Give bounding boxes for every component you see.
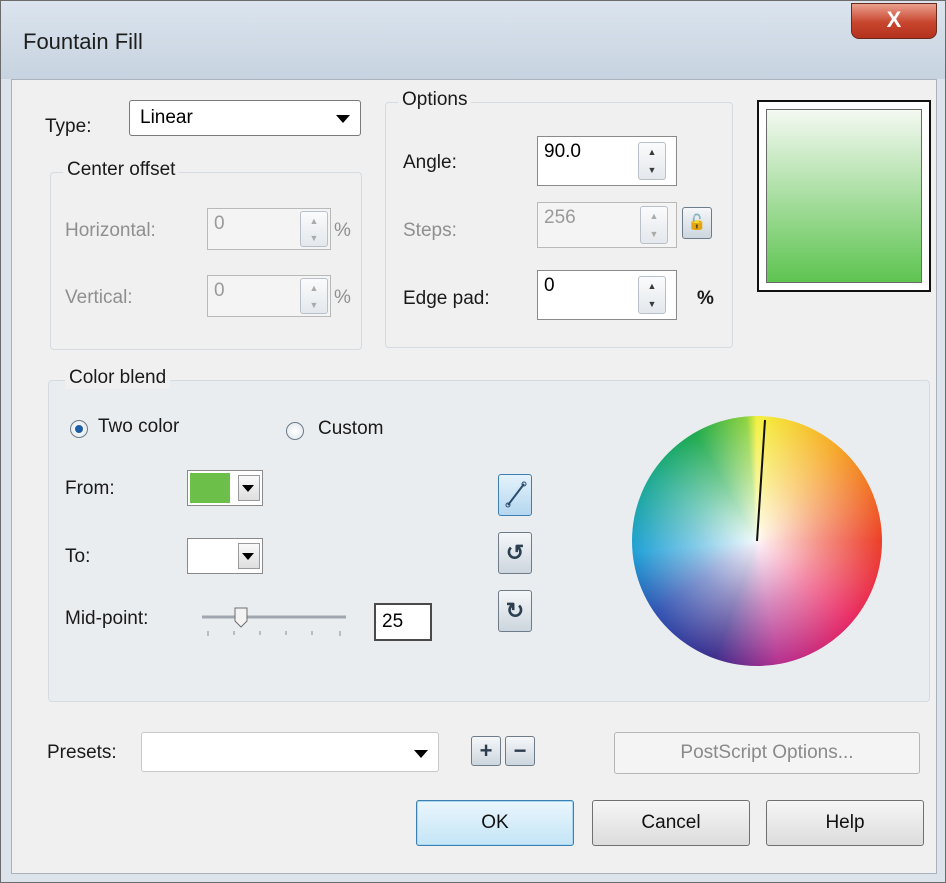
horizontal-unit: % <box>334 220 351 241</box>
spin-up-icon: ▲ <box>309 216 319 226</box>
dialog-title: Fountain Fill <box>23 29 143 54</box>
to-label: To: <box>65 546 91 567</box>
vertical-unit: % <box>334 287 351 308</box>
two-color-radio[interactable] <box>70 420 88 438</box>
direct-blend-button[interactable] <box>498 474 532 516</box>
blend-direction-line <box>756 419 766 542</box>
counterclockwise-icon: ↺ <box>505 540 525 565</box>
fill-preview-frame <box>757 100 931 292</box>
edge-pad-unit: % <box>697 288 714 309</box>
edge-pad-value: 0 <box>544 275 555 296</box>
midpoint-label: Mid-point: <box>65 608 149 629</box>
fill-preview <box>766 109 922 283</box>
spin-up-icon: ▲ <box>309 283 319 293</box>
spin-up-icon[interactable]: ▲ <box>639 143 665 161</box>
vertical-spinner: ▲ ▼ <box>300 278 328 314</box>
midpoint-slider-thumb[interactable] <box>234 607 248 628</box>
edge-pad-label: Edge pad: <box>403 288 490 309</box>
dialog-window: Fountain Fill X Type: Linear Center offs… <box>0 0 946 883</box>
center-offset-group: Center offset <box>50 159 362 350</box>
color-blend-legend: Color blend <box>65 367 171 389</box>
spin-down-icon: ▼ <box>649 229 659 239</box>
type-label: Type: <box>45 116 92 137</box>
spin-down-icon: ▼ <box>309 300 319 310</box>
type-dropdown[interactable]: Linear <box>129 100 361 136</box>
angle-label: Angle: <box>403 152 457 173</box>
lock-icon: 🔓 <box>687 214 707 231</box>
from-color-dropdown[interactable] <box>238 475 260 501</box>
midpoint-value: 25 <box>382 611 404 632</box>
spin-down-icon[interactable]: ▼ <box>639 161 665 179</box>
angle-spinner[interactable]: ▲ ▼ <box>638 142 666 180</box>
horizontal-spinner: ▲ ▼ <box>300 211 328 247</box>
color-wheel[interactable] <box>632 416 882 666</box>
steps-value: 256 <box>544 207 576 228</box>
help-button[interactable]: Help <box>766 800 924 846</box>
chevron-down-icon <box>336 115 350 123</box>
to-color-swatch <box>190 541 230 571</box>
close-button[interactable]: X <box>851 3 937 39</box>
clockwise-blend-button[interactable]: ↻ <box>498 590 532 632</box>
center-offset-legend: Center offset <box>63 159 180 181</box>
postscript-options-button[interactable]: PostScript Options... <box>614 732 920 774</box>
angle-value: 90.0 <box>544 141 581 162</box>
custom-radio[interactable] <box>286 422 304 440</box>
presets-dropdown[interactable] <box>141 732 439 772</box>
midpoint-slider[interactable] <box>200 600 350 640</box>
add-preset-button[interactable]: + <box>471 736 501 766</box>
horizontal-label: Horizontal: <box>65 220 156 241</box>
edge-pad-spinner[interactable]: ▲ ▼ <box>638 276 666 314</box>
options-legend: Options <box>398 89 472 111</box>
custom-label: Custom <box>318 418 384 439</box>
close-icon: X <box>886 7 902 32</box>
dialog-client-area: Type: Linear Center offset Horizontal: 0… <box>11 79 937 874</box>
clockwise-icon: ↻ <box>505 598 525 623</box>
vertical-value: 0 <box>214 280 225 301</box>
minus-icon: − <box>513 738 527 763</box>
remove-preset-button[interactable]: − <box>505 736 535 766</box>
steps-spinner: ▲ ▼ <box>640 206 668 244</box>
line-direction-icon <box>505 481 527 508</box>
vertical-label: Vertical: <box>65 287 133 308</box>
chevron-down-icon <box>242 553 254 560</box>
midpoint-field[interactable]: 25 <box>374 603 432 641</box>
spin-down-icon: ▼ <box>309 233 319 243</box>
chevron-down-icon <box>242 485 254 492</box>
horizontal-value: 0 <box>214 213 225 234</box>
chevron-down-icon <box>414 750 428 758</box>
title-bar: Fountain Fill X <box>1 1 945 79</box>
from-color-swatch <box>190 473 230 503</box>
to-color-picker[interactable] <box>187 538 263 574</box>
spin-up-icon[interactable]: ▲ <box>639 277 665 295</box>
spin-up-icon: ▲ <box>649 211 659 221</box>
spin-down-icon[interactable]: ▼ <box>639 295 665 313</box>
from-color-picker[interactable] <box>187 470 263 506</box>
presets-label: Presets: <box>47 742 117 763</box>
plus-icon: + <box>479 738 493 763</box>
type-value: Linear <box>140 107 193 128</box>
to-color-dropdown[interactable] <box>238 543 260 569</box>
steps-lock-button[interactable]: 🔓 <box>682 207 712 239</box>
steps-label: Steps: <box>403 220 457 241</box>
from-label: From: <box>65 478 115 499</box>
cancel-button[interactable]: Cancel <box>592 800 750 846</box>
ok-button[interactable]: OK <box>416 800 574 846</box>
counterclockwise-blend-button[interactable]: ↺ <box>498 532 532 574</box>
two-color-label: Two color <box>98 416 180 437</box>
